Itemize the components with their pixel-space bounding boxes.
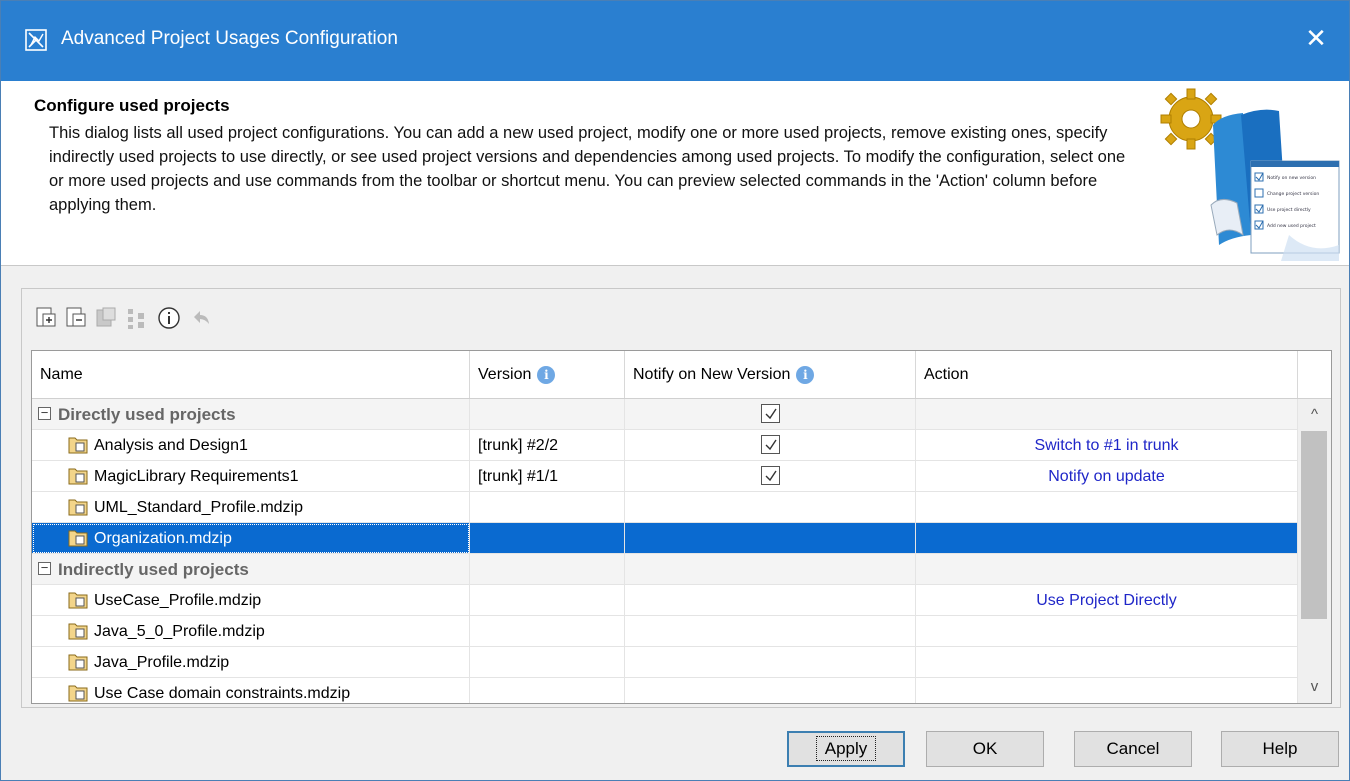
used-project-icon bbox=[68, 654, 88, 671]
project-name: Use Case domain constraints.mdzip bbox=[94, 685, 351, 702]
column-header-action[interactable]: Action bbox=[916, 351, 1298, 398]
project-version: [trunk] #1/1 bbox=[470, 461, 625, 492]
table-row-selected[interactable]: Organization.mdzip bbox=[32, 523, 1298, 554]
collapse-icon[interactable]: − bbox=[38, 561, 51, 575]
action-link[interactable] bbox=[916, 678, 1298, 703]
project-name: UML_Standard_Profile.mdzip bbox=[94, 499, 303, 516]
action-link[interactable]: Switch to #1 in trunk bbox=[916, 430, 1298, 461]
table-row[interactable]: Analysis and Design1 [trunk] #2/2 Switch… bbox=[32, 430, 1298, 461]
project-name: Java_5_0_Profile.mdzip bbox=[94, 623, 265, 640]
window-title: Advanced Project Usages Configuration bbox=[61, 28, 398, 49]
close-button[interactable]: ✕ bbox=[1299, 21, 1333, 55]
table-row[interactable]: MagicLibrary Requirements1 [trunk] #1/1 … bbox=[32, 461, 1298, 492]
project-name: UseCase_Profile.mdzip bbox=[94, 592, 262, 609]
project-version bbox=[470, 678, 625, 703]
project-version bbox=[470, 647, 625, 678]
action-link[interactable] bbox=[916, 616, 1298, 647]
remove-project-icon[interactable] bbox=[64, 305, 90, 331]
usages-panel: Name Version i Notify on New Version i Act… bbox=[21, 288, 1341, 708]
dialog-header: Configure used projects This dialog list… bbox=[1, 81, 1349, 266]
column-header-name[interactable]: Name bbox=[32, 351, 470, 398]
action-link[interactable]: Notify on update bbox=[916, 461, 1298, 492]
action-link[interactable] bbox=[916, 523, 1298, 554]
table-header: Name Version i Notify on New Version i Act… bbox=[32, 351, 1331, 399]
info-icon[interactable] bbox=[156, 305, 182, 331]
dialog-window: Advanced Project Usages Configuration ✕ … bbox=[0, 0, 1350, 781]
undo-icon[interactable] bbox=[188, 305, 214, 331]
group-label: Indirectly used projects bbox=[58, 560, 249, 579]
column-header-notify[interactable]: Notify on New Version i bbox=[625, 351, 916, 398]
hero-illustration-icon: Notify on new version Change project ver… bbox=[1160, 88, 1340, 261]
action-link[interactable]: Use Project Directly bbox=[916, 585, 1298, 616]
table-row[interactable]: Use Case domain constraints.mdzip bbox=[32, 678, 1298, 703]
action-link[interactable] bbox=[916, 492, 1298, 523]
table-row[interactable]: Java_5_0_Profile.mdzip bbox=[32, 616, 1298, 647]
vertical-scrollbar[interactable]: ^ v bbox=[1298, 399, 1331, 703]
notify-info-icon[interactable]: i bbox=[796, 365, 815, 384]
svg-text:Change project version: Change project version bbox=[1267, 191, 1319, 197]
scroll-up-icon[interactable]: ^ bbox=[1298, 399, 1331, 431]
used-project-icon bbox=[68, 623, 88, 640]
cancel-button[interactable]: Cancel bbox=[1074, 731, 1192, 767]
svg-text:Add new used project: Add new used project bbox=[1267, 223, 1316, 229]
collapse-icon[interactable]: − bbox=[38, 406, 51, 420]
project-name: Analysis and Design1 bbox=[94, 437, 248, 454]
used-project-icon bbox=[68, 530, 88, 547]
help-button[interactable]: Help bbox=[1221, 731, 1339, 767]
project-version bbox=[470, 585, 625, 616]
notify-checkbox[interactable] bbox=[761, 404, 780, 423]
scrollbar-thumb[interactable] bbox=[1301, 431, 1327, 619]
project-name: Organization.mdzip bbox=[94, 530, 232, 547]
app-icon bbox=[25, 29, 47, 51]
used-project-icon bbox=[68, 685, 88, 702]
group-label: Directly used projects bbox=[58, 405, 236, 424]
table-row[interactable]: Java_Profile.mdzip bbox=[32, 647, 1298, 678]
used-project-icon bbox=[68, 499, 88, 516]
action-link[interactable] bbox=[916, 647, 1298, 678]
group-row-indirect[interactable]: − Indirectly used projects bbox=[32, 554, 1298, 585]
add-project-icon[interactable] bbox=[34, 305, 60, 331]
header-heading: Configure used projects bbox=[34, 96, 230, 115]
dependencies-icon[interactable] bbox=[124, 305, 150, 331]
used-project-icon bbox=[68, 468, 88, 485]
header-description: This dialog lists all used project confi… bbox=[49, 124, 1126, 214]
table-row[interactable]: UML_Standard_Profile.mdzip bbox=[32, 492, 1298, 523]
apply-button[interactable]: Apply bbox=[787, 731, 905, 767]
notify-checkbox[interactable] bbox=[761, 466, 780, 485]
svg-text:Use project directly: Use project directly bbox=[1267, 207, 1311, 213]
project-version bbox=[470, 616, 625, 647]
ok-button[interactable]: OK bbox=[926, 731, 1044, 767]
used-projects-table: Name Version i Notify on New Version i Act… bbox=[31, 350, 1332, 704]
column-header-version[interactable]: Version i bbox=[470, 351, 625, 398]
version-info-icon[interactable]: i bbox=[537, 365, 556, 384]
change-version-icon[interactable] bbox=[94, 305, 120, 331]
project-version bbox=[470, 523, 625, 554]
project-version bbox=[470, 492, 625, 523]
scroll-down-icon[interactable]: v bbox=[1298, 671, 1331, 703]
table-row[interactable]: UseCase_Profile.mdzip Use Project Direct… bbox=[32, 585, 1298, 616]
notify-checkbox[interactable] bbox=[761, 435, 780, 454]
used-project-icon bbox=[68, 437, 88, 454]
project-name: Java_Profile.mdzip bbox=[94, 654, 230, 671]
project-version: [trunk] #2/2 bbox=[470, 430, 625, 461]
used-project-icon bbox=[68, 592, 88, 609]
project-name: MagicLibrary Requirements1 bbox=[94, 468, 299, 485]
title-bar: Advanced Project Usages Configuration ✕ bbox=[1, 1, 1349, 81]
group-row-direct[interactable]: − Directly used projects bbox=[32, 399, 1298, 430]
svg-text:Notify on new version: Notify on new version bbox=[1267, 175, 1316, 181]
